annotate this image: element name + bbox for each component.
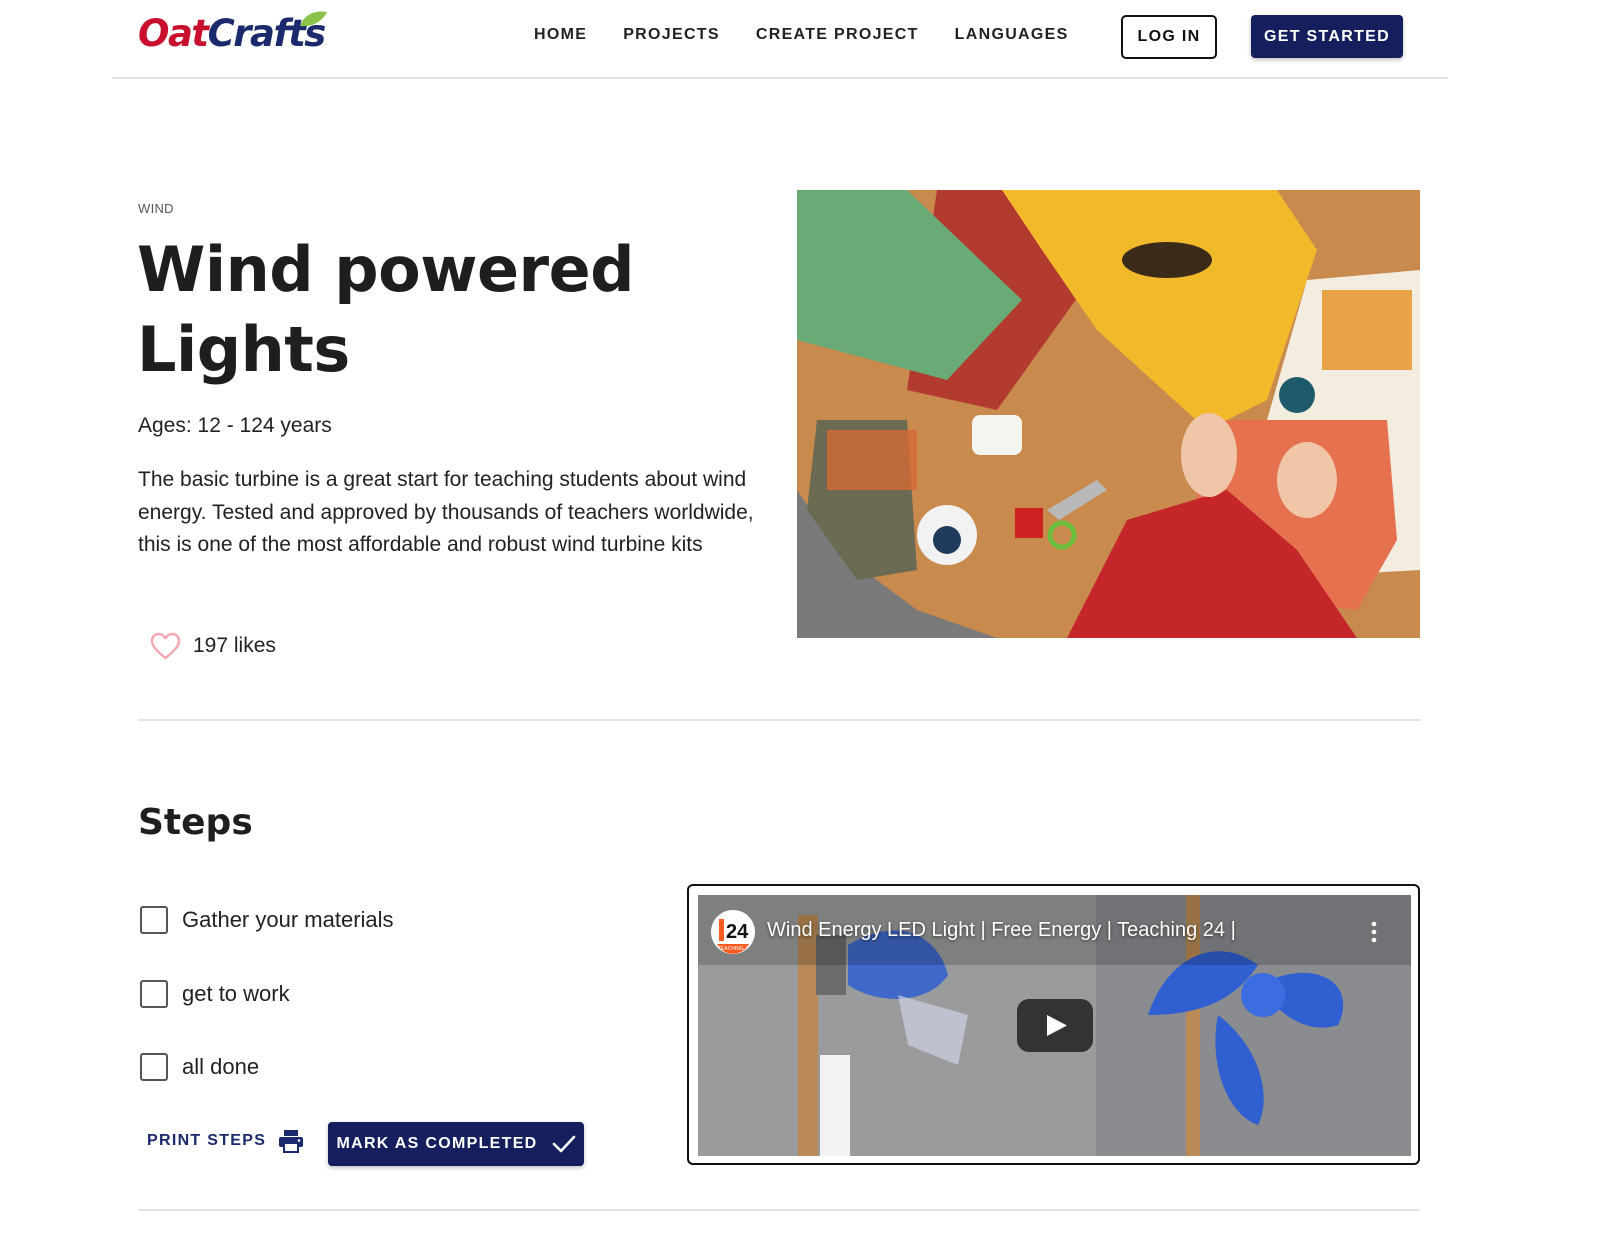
check-icon — [552, 1135, 575, 1153]
project-ages: Ages: 12 - 124 years — [138, 414, 332, 437]
oatcrafts-logo[interactable]: OatCrafts — [138, 10, 327, 62]
likes-count: 197 likes — [193, 634, 276, 657]
likes-section: 197 likes — [150, 632, 276, 660]
project-category: WIND — [138, 201, 174, 216]
project-description: The basic turbine is a great start for t… — [138, 468, 754, 556]
logo-text-oat: Oat — [138, 12, 209, 55]
video-player[interactable]: 24 TEACHING 24 Wind Energy LED Light | F… — [698, 895, 1411, 1156]
nav-projects-link[interactable]: PROJECTS — [623, 26, 720, 44]
video-title[interactable]: Wind Energy LED Light | Free Energy | Te… — [767, 919, 1236, 942]
login-button[interactable]: LOG IN — [1121, 15, 1217, 59]
step-label: all done — [182, 1054, 260, 1079]
channel-logo-icon: 24 TEACHING 24 — [711, 910, 755, 954]
step-checkbox[interactable] — [140, 906, 168, 934]
section-divider-bottom — [138, 1209, 1420, 1211]
more-options-icon[interactable] — [1371, 921, 1377, 943]
project-photo — [797, 190, 1420, 638]
project-photo-illustration — [797, 190, 1420, 638]
leaf-icon — [300, 11, 327, 27]
step-item: Gather your materials — [140, 906, 394, 934]
step-checkbox[interactable] — [140, 980, 168, 1008]
mark-as-completed-button[interactable]: MARK AS COMPLETED — [328, 1122, 584, 1166]
nav-create-project-link[interactable]: CREATE PROJECT — [756, 26, 919, 44]
section-divider — [138, 719, 1420, 721]
steps-heading: Steps — [138, 802, 253, 843]
step-checkbox[interactable] — [140, 1053, 168, 1081]
print-steps-button[interactable]: PRINT STEPS — [147, 1129, 304, 1153]
channel-avatar[interactable]: 24 TEACHING 24 — [711, 910, 755, 954]
nav-home-link[interactable]: HOME — [534, 26, 587, 44]
main-nav: HOME PROJECTS CREATE PROJECT LANGUAGES — [534, 26, 1069, 44]
site-header: OatCrafts HOME PROJECTS CREATE PROJECT L… — [112, 0, 1448, 79]
printer-icon — [279, 1130, 304, 1153]
play-icon[interactable] — [1017, 999, 1093, 1052]
step-item: all done — [140, 1053, 259, 1081]
get-started-button[interactable]: GET STARTED — [1251, 15, 1403, 58]
step-item: get to work — [140, 980, 290, 1008]
heart-icon[interactable] — [150, 632, 181, 660]
channel-badge-text: 24 — [726, 921, 749, 943]
step-label: Gather your materials — [182, 907, 394, 932]
mark-as-completed-label: MARK AS COMPLETED — [336, 1135, 538, 1152]
step-label: get to work — [182, 981, 290, 1006]
project-title: Wind powered Lights — [137, 233, 635, 386]
video-frame: 24 TEACHING 24 Wind Energy LED Light | F… — [687, 884, 1420, 1165]
print-steps-label: PRINT STEPS — [147, 1132, 267, 1149]
logo-text: OatCrafts — [138, 10, 326, 58]
nav-languages-link[interactable]: LANGUAGES — [955, 26, 1069, 44]
